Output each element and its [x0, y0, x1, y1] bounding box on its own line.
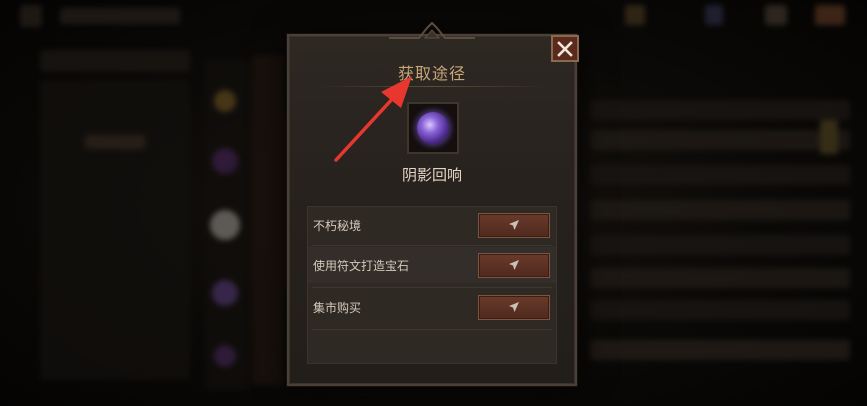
acquisition-dialog: 获取途径 阴影回响 不朽秘境 使用符文打造宝石 集市购买	[287, 22, 579, 386]
item-icon-frame	[407, 102, 459, 154]
goto-button-market[interactable]	[478, 294, 550, 320]
close-icon	[557, 40, 573, 57]
ornament-icon	[389, 22, 475, 39]
source-row-craft: 使用符文打造宝石	[308, 247, 556, 283]
shadow-echo-gem-icon	[417, 112, 449, 144]
row-divider	[312, 287, 552, 288]
navigate-arrow-icon	[509, 220, 519, 230]
row-divider	[312, 245, 552, 246]
source-label: 使用符文打造宝石	[313, 258, 410, 273]
source-row-dungeon: 不朽秘境	[308, 207, 556, 243]
source-label: 不朽秘境	[313, 218, 362, 233]
goto-button-craft[interactable]	[478, 252, 550, 278]
goto-button-dungeon[interactable]	[478, 212, 550, 238]
game-screen: 获取途径 阴影回响 不朽秘境 使用符文打造宝石 集市购买	[0, 0, 867, 406]
dialog-title: 获取途径	[397, 64, 466, 83]
source-row-market: 集市购买	[308, 289, 556, 325]
navigate-arrow-icon	[509, 302, 519, 312]
item-name: 阴影回响	[401, 166, 462, 184]
navigate-arrow-icon	[509, 260, 519, 270]
source-label: 集市购买	[313, 300, 362, 315]
title-divider	[317, 86, 547, 87]
close-button[interactable]	[551, 35, 579, 62]
row-divider	[312, 329, 552, 330]
source-list: 不朽秘境 使用符文打造宝石 集市购买	[307, 206, 557, 364]
